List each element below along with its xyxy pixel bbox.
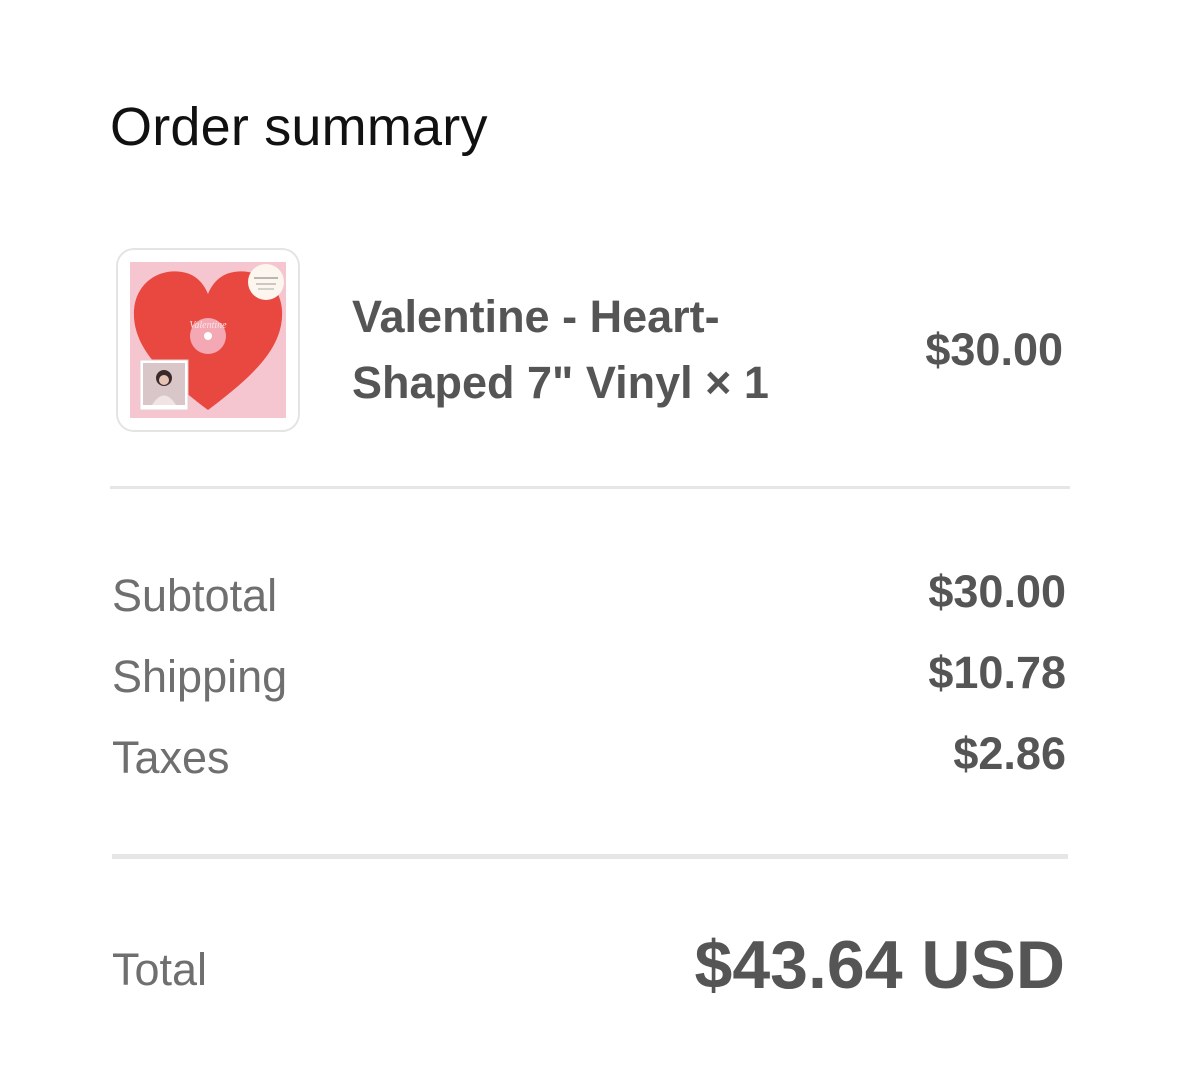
cover-title-text: Valentine: [189, 320, 227, 331]
taxes-label: Taxes: [112, 732, 230, 783]
product-thumbnail[interactable]: Valentine: [116, 248, 300, 432]
shipping-value: $10.78: [928, 647, 1066, 698]
taxes-value: $2.86: [953, 728, 1066, 779]
subtotal-label: Subtotal: [112, 570, 278, 621]
product-name: Valentine - Heart-Shaped 7" Vinyl × 1: [352, 291, 769, 408]
shipping-label: Shipping: [112, 651, 288, 702]
order-summary-panel: Order summary Valentine Valentine - Hear…: [0, 0, 1179, 1083]
divider: [110, 486, 1070, 489]
subtotal-row: Subtotal $30.00: [112, 566, 1066, 630]
divider: [112, 854, 1068, 859]
total-value: $43.64 USD: [694, 927, 1065, 1003]
total-label: Total: [112, 944, 208, 995]
shipping-row: Shipping $10.78: [112, 647, 1066, 711]
taxes-row: Taxes $2.86: [112, 728, 1066, 792]
vinyl-album-cover-icon: Valentine: [130, 262, 286, 418]
page-title: Order summary: [110, 97, 488, 157]
subtotal-value: $30.00: [928, 566, 1066, 617]
product-price: $30.00: [925, 324, 1063, 375]
